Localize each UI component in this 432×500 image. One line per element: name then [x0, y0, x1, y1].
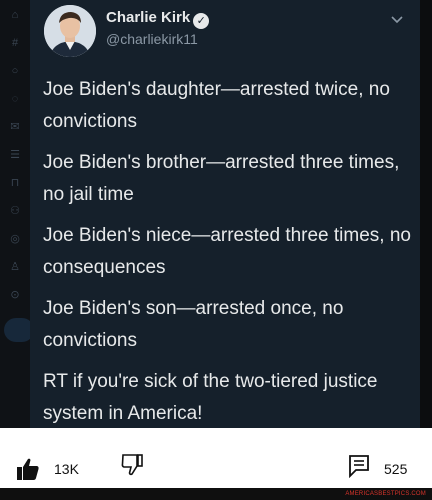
thumbs-up-icon[interactable] — [16, 457, 40, 481]
author-name-text[interactable]: Charlie Kirk — [106, 9, 190, 26]
comment-icon[interactable] — [348, 454, 370, 478]
avatar[interactable] — [44, 5, 96, 57]
comment-count: 525 — [384, 461, 408, 477]
tweet-paragraph: RT if you're sick of the two-tiered just… — [43, 371, 378, 424]
watermark: AMERICASBESTPICS.COM — [345, 491, 426, 497]
thumbs-down-icon[interactable] — [120, 452, 144, 476]
notifications-icon[interactable]: ◌ — [8, 92, 22, 106]
author-handle[interactable]: @charliekirk11 — [106, 31, 198, 47]
tweet-paragraph: Joe Biden's brother—arrested three times… — [43, 152, 400, 205]
like-count: 13K — [54, 461, 79, 477]
chevron-down-icon[interactable] — [388, 10, 406, 28]
search-icon[interactable]: ○ — [8, 64, 22, 78]
messages-icon[interactable]: ✉ — [8, 120, 22, 134]
bookmarks-icon[interactable]: ⊓ — [8, 176, 22, 190]
tweet-paragraph: Joe Biden's niece—arrested three times, … — [43, 225, 411, 278]
more-icon[interactable]: ⊙ — [8, 288, 22, 302]
footer-strip: AMERICASBESTPICS.COM — [0, 488, 432, 500]
home-icon[interactable]: ⌂ — [8, 8, 22, 22]
sidebar: ⌂ # ○ ◌ ✉ ☰ ⊓ ⚇ ◎ ♙ ⊙ — [0, 0, 34, 428]
tweet-paragraph: Joe Biden's daughter—arrested twice, no … — [43, 79, 390, 132]
verified-badge-icon: ✓ — [193, 13, 210, 29]
author-name[interactable]: Charlie Kirk ✓ — [106, 9, 210, 29]
tweet-paragraph: Joe Biden's son—arrested once, no convic… — [43, 298, 344, 351]
explore-icon[interactable]: # — [8, 36, 22, 50]
verified-icon[interactable]: ◎ — [8, 232, 22, 246]
lists-icon[interactable]: ☰ — [8, 148, 22, 162]
tweet-text: Joe Biden's daughter—arrested twice, no … — [43, 74, 411, 439]
tweet-card: Charlie Kirk ✓ @charliekirk11 Joe Biden's… — [30, 0, 420, 428]
profile-icon[interactable]: ♙ — [8, 260, 22, 274]
communities-icon[interactable]: ⚇ — [8, 204, 22, 218]
